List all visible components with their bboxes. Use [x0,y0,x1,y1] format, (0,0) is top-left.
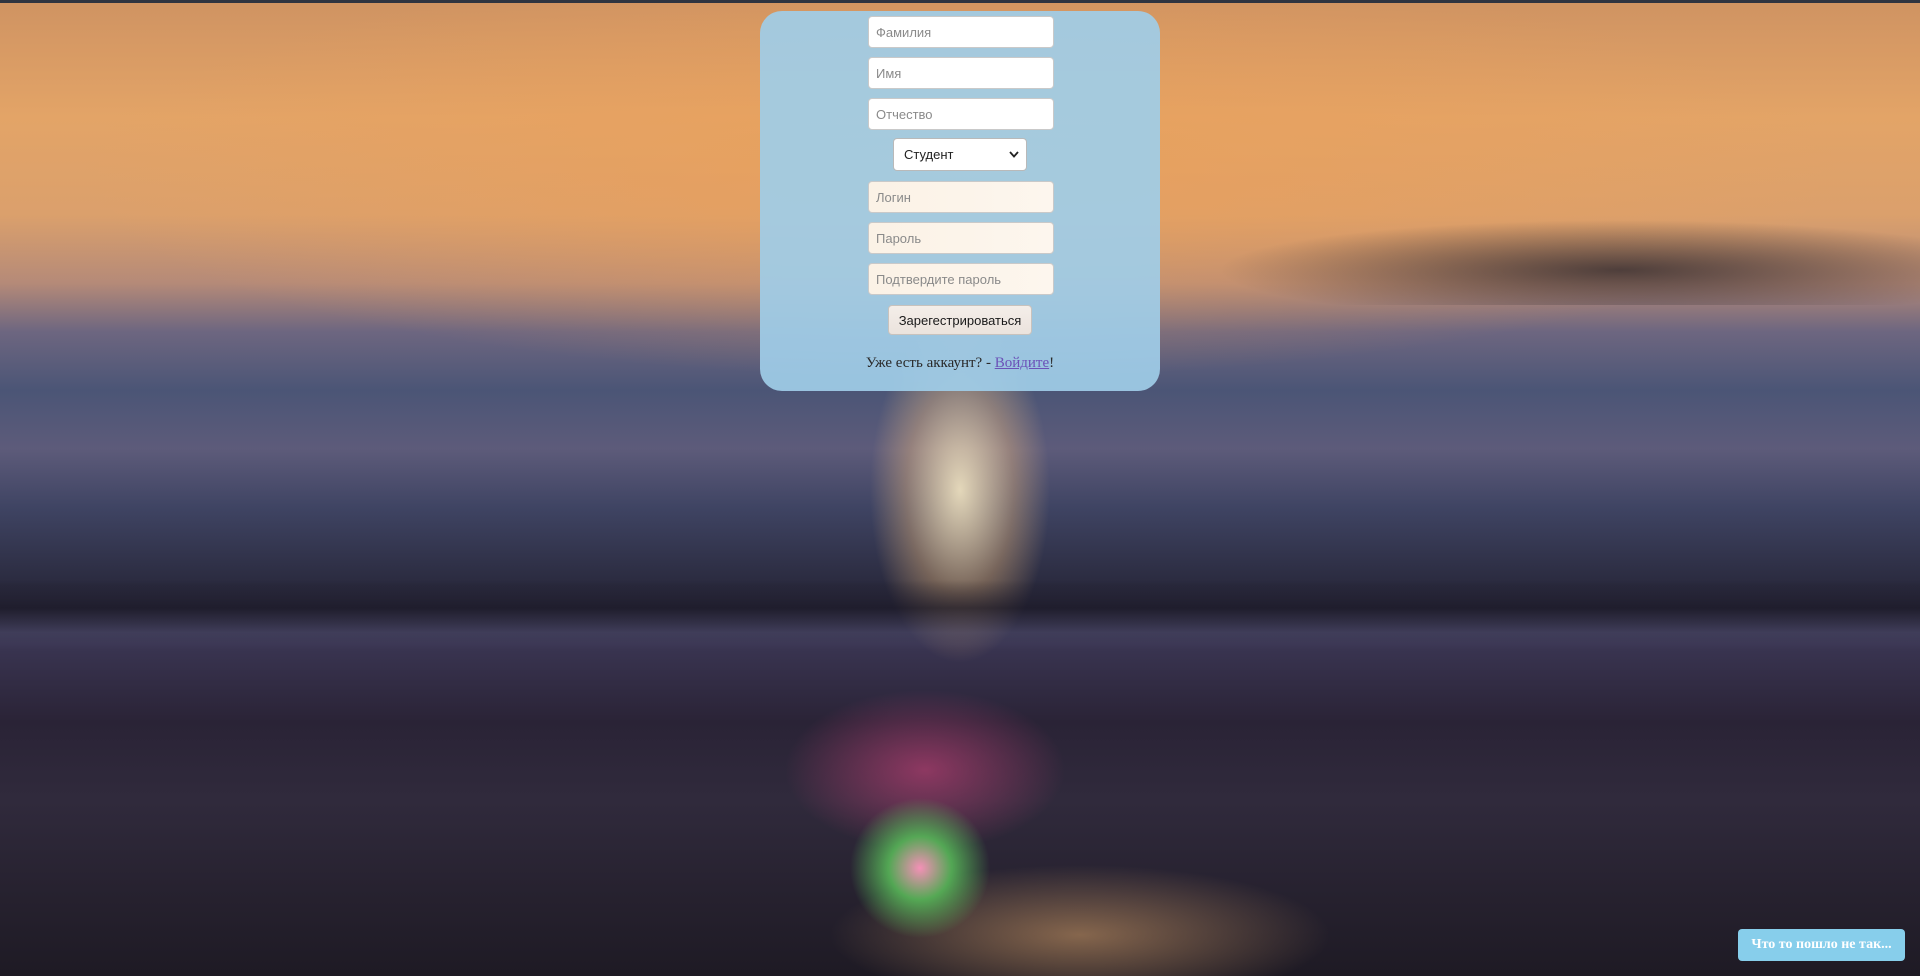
top-border [0,0,1920,3]
password-input[interactable] [868,222,1054,254]
first-name-input[interactable] [868,57,1054,89]
chevron-down-icon [1008,149,1020,161]
confirm-password-input[interactable] [868,263,1054,295]
report-problem-button[interactable]: Что то пошло не так... [1738,929,1905,961]
login-link[interactable]: Войдите [995,355,1049,371]
role-select[interactable]: Студент [893,138,1027,171]
have-account-line: Уже есть аккаунт? - Войдите! [760,355,1160,372]
login-input[interactable] [868,181,1054,213]
registration-card: Студент Зарегестрироваться Уже есть акка… [760,11,1160,391]
register-button[interactable]: Зарегестрироваться [888,305,1032,335]
have-account-text: Уже есть аккаунт? - [865,355,995,371]
patronymic-input[interactable] [868,98,1054,130]
background-horizon [1200,215,1920,305]
exclamation-text: ! [1049,355,1055,371]
role-select-value: Студент [904,147,954,162]
last-name-input[interactable] [868,16,1054,48]
background-wave [0,580,1920,650]
